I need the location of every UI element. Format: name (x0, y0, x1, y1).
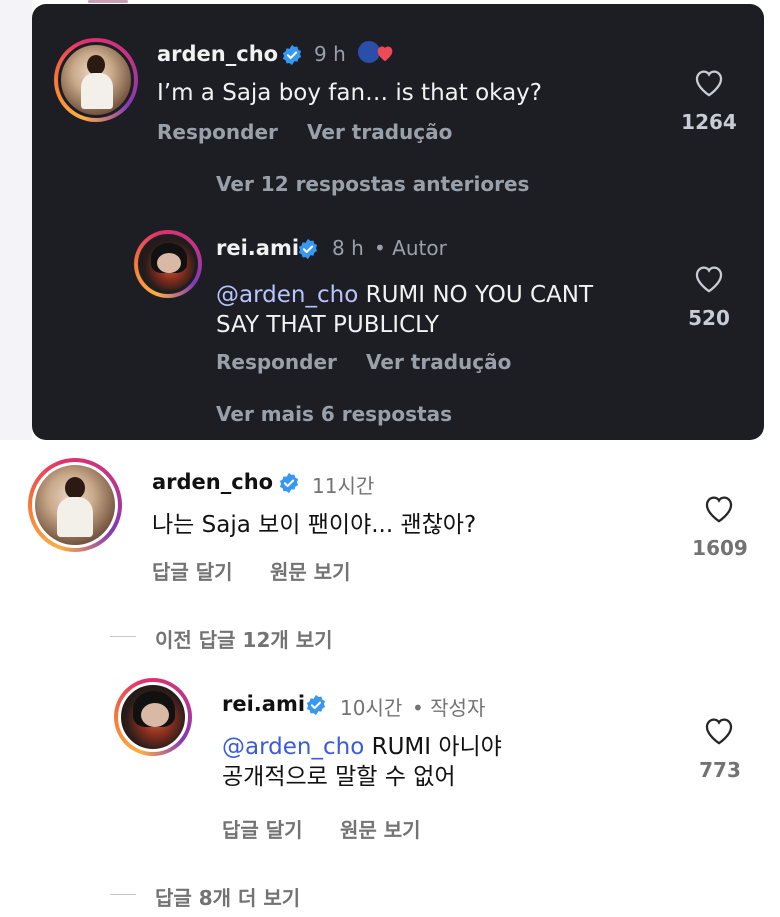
mention-link[interactable]: @arden_cho (222, 734, 364, 760)
reply-time: 10시간 (340, 696, 403, 720)
like-count: 773 (699, 758, 741, 782)
author-tag: • Autor (374, 236, 447, 260)
heart-icon[interactable] (692, 66, 726, 98)
reply-button[interactable]: Responder (157, 120, 278, 144)
reply-time: 8 h (332, 236, 364, 260)
avatar[interactable] (54, 38, 138, 122)
reply-username[interactable]: rei.ami (216, 236, 299, 260)
reply-username[interactable]: rei.ami (222, 692, 305, 716)
background-strip (0, 0, 32, 440)
heart-icon[interactable] (692, 262, 726, 294)
translate-button[interactable]: 원문 보기 (340, 814, 421, 843)
comment-username[interactable]: arden_cho (157, 42, 278, 66)
divider-line (110, 894, 136, 895)
like-count: 520 (688, 306, 730, 330)
heart-icon[interactable] (702, 714, 736, 746)
reply-text: @arden_cho RUMI 아니야 공개적으로 말할 수 없어 (222, 734, 502, 790)
comment-time: 9 h (314, 42, 346, 66)
verified-badge-icon (282, 44, 302, 66)
translate-button[interactable]: Ver tradução (307, 120, 452, 144)
reply-button[interactable]: Responder (216, 350, 337, 374)
reply-button[interactable]: 답글 달기 (222, 814, 303, 843)
like-count: 1609 (692, 536, 748, 560)
avatar[interactable] (114, 678, 192, 756)
view-previous-replies[interactable]: 이전 답글 12개 보기 (155, 624, 333, 653)
avatar[interactable] (134, 230, 202, 298)
divider-line (110, 636, 136, 637)
author-tag: • 작성자 (412, 696, 486, 720)
view-previous-replies[interactable]: Ver 12 respostas anteriores (216, 172, 529, 196)
translate-button[interactable]: Ver tradução (366, 350, 511, 374)
avatar[interactable] (28, 458, 122, 552)
dark-comment-card: arden_cho 9 h I’m a Saja boy fan… is tha… (32, 4, 764, 440)
scroll-indicator (88, 0, 128, 3)
reply-button[interactable]: 답글 달기 (152, 556, 233, 585)
comment-text: 나는 Saja 보이 팬이야... 괜찮아? (152, 512, 477, 538)
translate-button[interactable]: 원문 보기 (270, 556, 351, 585)
like-count: 1264 (681, 110, 737, 134)
verified-badge-icon (279, 472, 299, 494)
mention-link[interactable]: @arden_cho (216, 282, 358, 308)
comment-time: 11시간 (312, 474, 375, 498)
comment-text: I’m a Saja boy fan… is that okay? (157, 80, 542, 106)
comment-username[interactable]: arden_cho (152, 470, 273, 494)
verified-badge-icon (298, 238, 318, 260)
view-more-replies[interactable]: Ver mais 6 respostas (216, 402, 452, 426)
reply-text: @arden_cho RUMI NO YOU CANT SAY THAT PUB… (216, 282, 594, 338)
view-more-replies[interactable]: 답글 8개 더 보기 (155, 882, 300, 911)
reaction-heart-icon (377, 46, 393, 62)
heart-icon[interactable] (702, 492, 736, 524)
verified-badge-icon (306, 694, 326, 716)
